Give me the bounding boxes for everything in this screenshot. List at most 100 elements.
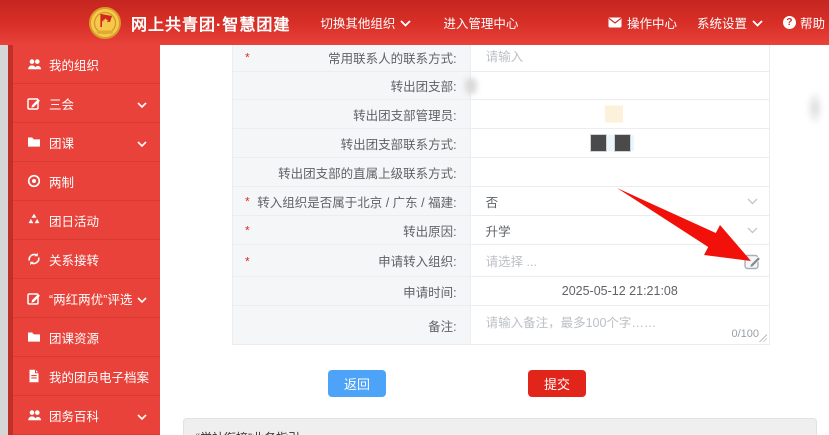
sidebar-item-league-encyclopedia[interactable]: 团务百科 bbox=[13, 396, 160, 435]
redacted-value bbox=[465, 78, 477, 94]
sidebar-item-label: 两制 bbox=[49, 172, 74, 191]
submit-button[interactable]: 提交 bbox=[528, 370, 586, 397]
field-value-cell: 请选择 ... bbox=[471, 245, 769, 276]
recycle-icon bbox=[27, 213, 42, 228]
league-logo bbox=[88, 6, 122, 40]
compose-icon bbox=[27, 291, 42, 306]
help-label: 帮助 bbox=[800, 13, 825, 32]
header-right-group: 操作中心 系统设置 ? 帮助 bbox=[588, 13, 825, 32]
contact-method-input[interactable] bbox=[486, 50, 726, 64]
page-left-gutter bbox=[0, 45, 8, 435]
chevron-down-icon bbox=[400, 16, 411, 30]
scroll-shadow bbox=[806, 90, 824, 126]
field-value-cell bbox=[471, 43, 769, 71]
field-label: 转出团支部: bbox=[391, 76, 457, 95]
operation-center-link[interactable]: 操作中心 bbox=[608, 13, 677, 32]
field-label-cell: * 常用联系人的联系方式: bbox=[233, 43, 471, 71]
transfer-application-form: * 常用联系人的联系方式: 转出团支部: 转出团支部管理员: bbox=[232, 43, 770, 345]
form-row-region-question: * 转入组织是否属于北京 / 广东 / 福建: 否 bbox=[233, 187, 769, 216]
sidebar-item-league-courses[interactable]: 团课 bbox=[13, 123, 160, 162]
switch-org-link[interactable]: 切换其他组织 bbox=[320, 13, 411, 32]
redacted-value bbox=[591, 135, 634, 151]
required-asterisk: * bbox=[245, 254, 250, 268]
sidebar-item-two-red-two-excellent[interactable]: “两红两优”评选 bbox=[13, 279, 160, 318]
sidebar-item-label: 关系接转 bbox=[49, 250, 99, 269]
field-value-cell bbox=[471, 158, 769, 186]
system-settings-link[interactable]: 系统设置 bbox=[697, 13, 763, 32]
field-label-cell: 申请时间: bbox=[233, 277, 471, 305]
chevron-down-icon bbox=[137, 137, 147, 151]
guide-title: “学社衔接”业务指引: bbox=[196, 429, 804, 435]
required-asterisk: * bbox=[245, 195, 250, 209]
sidebar-item-label: 三会 bbox=[49, 94, 74, 113]
region-select[interactable]: 否 bbox=[471, 187, 769, 215]
folder-icon bbox=[27, 135, 42, 150]
sidebar-item-my-organization[interactable]: 我的组织 bbox=[13, 45, 160, 84]
field-label-cell: * 转入组织是否属于北京 / 广东 / 福建: bbox=[233, 187, 471, 215]
reason-select[interactable]: 升学 bbox=[471, 216, 769, 244]
field-label-cell: 备注: bbox=[233, 306, 471, 344]
sidebar-item-label: 我的组织 bbox=[49, 55, 99, 74]
field-label-cell: 转出团支部的直属上级联系方式: bbox=[233, 158, 471, 186]
remark-placeholder: 请输入备注，最多100个字…… bbox=[486, 312, 657, 331]
field-label: 转出团支部管理员: bbox=[353, 105, 456, 124]
redacted-value bbox=[605, 106, 623, 123]
sidebar-item-course-resources[interactable]: 团课资源 bbox=[13, 318, 160, 357]
chevron-down-icon bbox=[752, 16, 763, 30]
app-title: 网上共青团·智慧团建 bbox=[131, 11, 290, 35]
remark-textarea[interactable]: 请输入备注，最多100个字…… 0/100 bbox=[471, 306, 769, 344]
question-icon: ? bbox=[783, 16, 796, 29]
chevron-down-icon bbox=[137, 293, 147, 307]
field-label-cell: 转出团支部: bbox=[233, 72, 471, 99]
edit-organization-button[interactable] bbox=[743, 251, 763, 271]
field-label: 转出团支部联系方式: bbox=[341, 134, 457, 153]
field-label-cell: * 申请转入组织: bbox=[233, 245, 471, 276]
timestamp: 2025-05-12 21:21:08 bbox=[562, 284, 678, 298]
document-icon bbox=[27, 369, 42, 384]
sidebar-item-label: 团课资源 bbox=[49, 328, 99, 347]
sidebar-item-label: “两红两优”评选 bbox=[49, 289, 132, 308]
sidebar-item-label: 团务百科 bbox=[49, 406, 99, 425]
field-value-cell bbox=[471, 72, 769, 99]
select-value: 否 bbox=[486, 192, 499, 211]
resize-handle[interactable] bbox=[759, 334, 767, 342]
system-settings-label: 系统设置 bbox=[697, 13, 747, 32]
form-row-contact-method: * 常用联系人的联系方式: bbox=[233, 43, 769, 72]
help-link[interactable]: ? 帮助 bbox=[783, 13, 825, 32]
field-label: 转入组织是否属于北京 / 广东 / 福建: bbox=[257, 192, 456, 211]
sidebar-item-league-day-activities[interactable]: 团日活动 bbox=[13, 201, 160, 240]
transfer-icon bbox=[27, 252, 42, 267]
field-label: 常用联系人的联系方式: bbox=[328, 48, 456, 67]
form-row-transfer-reason: * 转出原因: 升学 bbox=[233, 216, 769, 245]
field-value-cell bbox=[471, 129, 769, 157]
field-label-cell: * 转出原因: bbox=[233, 216, 471, 244]
main-content: * 常用联系人的联系方式: 转出团支部: 转出团支部管理员: bbox=[160, 45, 829, 435]
form-row-target-organization: * 申请转入组织: 请选择 ... bbox=[233, 245, 769, 277]
required-asterisk: * bbox=[245, 51, 250, 65]
switch-org-label: 切换其他组织 bbox=[320, 13, 395, 32]
sidebar-item-three-meetings[interactable]: 三会 bbox=[13, 84, 160, 123]
sidebar-item-member-archive[interactable]: 我的团员电子档案 bbox=[13, 357, 160, 396]
select-value: 升学 bbox=[486, 221, 511, 240]
compose-icon bbox=[27, 96, 42, 111]
back-button[interactable]: 返回 bbox=[328, 370, 386, 397]
field-label: 备注: bbox=[428, 316, 456, 335]
form-row-out-branch: 转出团支部: bbox=[233, 72, 769, 100]
target-icon bbox=[27, 174, 42, 189]
chevron-down-icon bbox=[747, 194, 758, 208]
guide-panel: “学社衔接”业务指引: bbox=[183, 418, 817, 435]
sidebar-nav: 我的组织 三会 团课 两制 bbox=[8, 45, 160, 435]
sidebar-item-label: 团课 bbox=[49, 133, 74, 152]
enter-admin-label: 进入管理中心 bbox=[443, 13, 518, 32]
field-value-cell bbox=[471, 100, 769, 128]
field-label: 申请时间: bbox=[403, 282, 456, 301]
enter-admin-link[interactable]: 进入管理中心 bbox=[443, 13, 518, 32]
field-label-cell: 转出团支部联系方式: bbox=[233, 129, 471, 157]
sidebar-item-two-systems[interactable]: 两制 bbox=[13, 162, 160, 201]
users-icon bbox=[27, 408, 42, 423]
chevron-down-icon bbox=[137, 410, 147, 424]
operation-center-label: 操作中心 bbox=[627, 13, 677, 32]
field-label: 申请转入组织: bbox=[378, 251, 456, 270]
field-label-cell: 转出团支部管理员: bbox=[233, 100, 471, 128]
sidebar-item-relationship-transfer[interactable]: 关系接转 bbox=[13, 240, 160, 279]
